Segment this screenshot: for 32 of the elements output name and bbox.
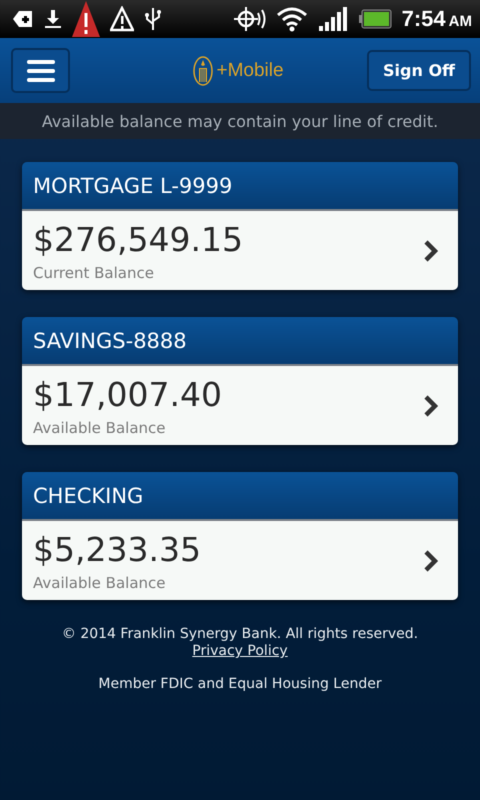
menu-icon [26, 60, 54, 82]
notification-icon [12, 9, 34, 29]
download-icon [44, 9, 62, 29]
account-name: MORTGAGE L-9999 [33, 174, 232, 198]
menu-button[interactable] [11, 48, 70, 93]
chevron-right-icon [424, 550, 438, 572]
warning-icon [72, 1, 100, 37]
account-name: SAVINGS-8888 [33, 328, 187, 352]
logo-icon [193, 56, 214, 86]
chevron-right-icon [424, 394, 438, 416]
wifi-icon [276, 6, 308, 32]
account-balance: $5,233.35 [33, 530, 201, 570]
member-text: Member FDIC and Equal Housing Lender [98, 676, 382, 692]
clock-time: 7:54 [402, 6, 446, 32]
clock-period: AM [448, 12, 472, 30]
sign-off-button[interactable]: Sign Off [367, 50, 471, 91]
chevron-right-icon [424, 240, 438, 262]
signal-icon [318, 6, 348, 32]
usb-icon [144, 6, 162, 32]
balance-label: Current Balance [33, 264, 155, 282]
copyright-text: © 2014 Franklin Synergy Bank. All rights reserved. [62, 626, 418, 642]
privacy-policy-link[interactable]: Privacy Policy [192, 643, 288, 659]
gps-icon [232, 5, 266, 33]
logo-text: +Mobile [216, 60, 284, 82]
battery-icon [358, 9, 392, 29]
account-name: CHECKING [33, 484, 144, 508]
warning-icon [110, 6, 134, 32]
account-balance: $17,007.40 [33, 374, 222, 414]
balance-label: Available Balance [33, 418, 166, 436]
account-balance: $276,549.15 [33, 220, 243, 260]
notice-text: Available balance may contain your line of credit. [0, 103, 480, 139]
balance-label: Available Balance [33, 574, 166, 592]
